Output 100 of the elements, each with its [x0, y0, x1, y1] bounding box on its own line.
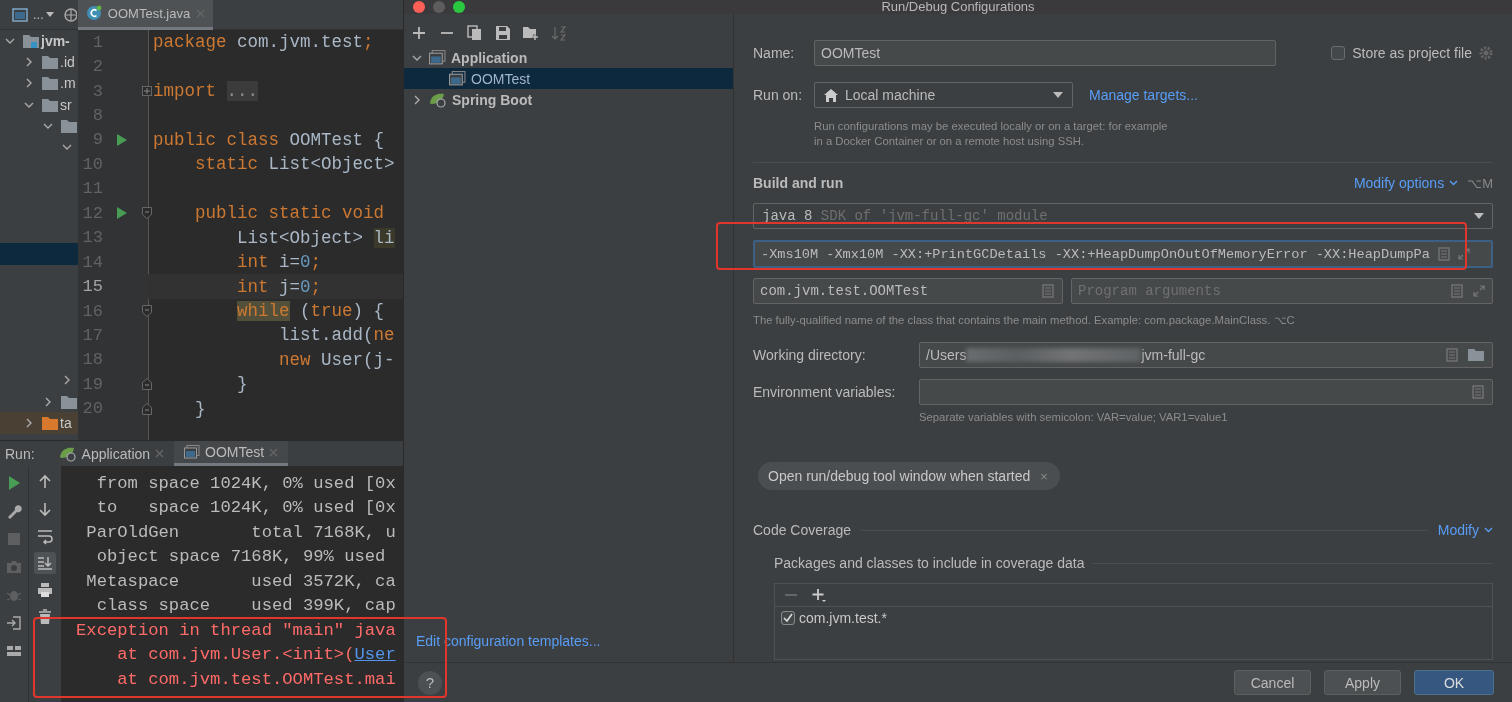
run-icon[interactable]: [117, 207, 127, 220]
section-heading: Code Coverage: [753, 522, 852, 538]
home-icon: [824, 88, 838, 102]
folder-icon: [42, 97, 58, 112]
code-line: }: [236, 374, 248, 395]
hint-text: Separate variables with semicolon: VAR=value; VAR1=value1: [919, 410, 1229, 425]
tree-item[interactable]: .id: [0, 51, 78, 73]
run-icon[interactable]: [117, 133, 127, 146]
spring-icon: [58, 445, 77, 462]
document-icon[interactable]: [1472, 385, 1484, 399]
tree-item[interactable]: OOMTest: [404, 68, 733, 89]
document-icon[interactable]: [1042, 284, 1054, 298]
fold-icon[interactable]: [142, 305, 152, 318]
checkbox[interactable]: [1331, 46, 1346, 60]
dialog-button[interactable]: Apply: [1324, 670, 1401, 695]
path-start-text: /Users: [926, 347, 967, 363]
vm-options-field[interactable]: -Xms10M -Xmx10M -XX:+PrintGCDetails -XX:+HeapDumpOnOutOfMemoryError -XX:HeapDumpPa: [753, 240, 1493, 268]
globe-icon[interactable]: [62, 6, 77, 23]
window-icon: [429, 50, 446, 65]
wrench-icon[interactable]: [6, 503, 22, 519]
subsection-heading: Packages and classes to include in coverage data: [774, 555, 1085, 571]
copy-icon[interactable]: [467, 25, 483, 41]
editor-tab[interactable]: OOMTest.java: [77, 0, 214, 30]
console-line: class space used 399K, cap: [95, 595, 397, 618]
run-panel-title: Run:: [5, 445, 35, 462]
expand-icon[interactable]: [1457, 248, 1470, 260]
code-line: import ...: [153, 81, 259, 102]
scroll-end-icon[interactable]: [34, 552, 56, 574]
code-line: list.add(ne: [278, 325, 395, 346]
folder-icon: [42, 76, 58, 91]
class-icon: [85, 5, 102, 21]
code-line: public class OOMTest {: [153, 129, 385, 150]
console-line: from space 1024K, 0% used [0x: [95, 473, 397, 495]
expand-fold-icon[interactable]: [142, 86, 152, 97]
run-tab[interactable]: OOMTest: [174, 441, 289, 466]
zoom-window-button[interactable]: [453, 1, 465, 13]
modify-link[interactable]: Modify: [1437, 522, 1493, 538]
checkbox[interactable]: [781, 611, 795, 625]
close-window-button[interactable]: [413, 1, 425, 13]
working-directory-label: Working directory:: [753, 347, 867, 363]
run-on-dropdown[interactable]: Local machine: [814, 82, 1073, 108]
fold-end-icon[interactable]: [142, 402, 152, 415]
document-icon[interactable]: [1451, 284, 1463, 298]
hint-text: Run configurations may be executed locally or on a target: for example in a Docker Container or on a remote host using SSH.: [814, 119, 1169, 149]
option-chip[interactable]: Open run/debug tool window when started ×: [758, 462, 1060, 490]
exit-icon[interactable]: [6, 615, 22, 631]
tree-item[interactable]: Spring Boot: [404, 89, 733, 110]
help-button[interactable]: ?: [418, 670, 442, 695]
manage-targets-link[interactable]: Manage targets...: [1089, 87, 1198, 103]
new-folder-icon[interactable]: [523, 25, 539, 41]
window-icon: [184, 445, 201, 459]
caret-icon: [1474, 213, 1484, 219]
view-menu[interactable]: ...: [33, 7, 54, 22]
code-line: while (true) {: [236, 301, 385, 322]
folder-icon[interactable]: [1468, 348, 1486, 362]
run-tab[interactable]: Application: [48, 441, 175, 466]
console-line: at com.jvm.User.<init>(User: [116, 644, 397, 667]
run-icon[interactable]: [6, 475, 22, 491]
code-line: List<Object> li: [236, 227, 395, 248]
window-icon: [449, 71, 466, 86]
run-on-label: Run on:: [753, 87, 804, 103]
tree-item[interactable]: sr: [0, 93, 78, 116]
console-line: to space 1024K, 0% used [0x: [95, 497, 397, 520]
path-end-text: jvm-full-gc: [1141, 347, 1207, 363]
tree-item[interactable]: jvm-: [0, 30, 78, 52]
name-field[interactable]: OOMTest: [814, 40, 1276, 66]
tree-item[interactable]: ta: [0, 412, 78, 434]
code-line: }: [194, 398, 206, 419]
section-heading: Build and run: [753, 175, 844, 191]
ok-button[interactable]: OK: [1414, 670, 1494, 695]
modify-options-link[interactable]: Modify options: [1353, 175, 1459, 191]
tree-item[interactable]: Application: [404, 47, 733, 68]
document-icon[interactable]: [1446, 348, 1458, 362]
close-icon[interactable]: [155, 449, 165, 458]
save-icon[interactable]: [495, 25, 511, 41]
fold-end-icon[interactable]: [142, 378, 152, 391]
tree-item[interactable]: .m: [0, 72, 78, 94]
code-line: int i=0;: [236, 252, 322, 273]
folder-icon: [61, 394, 77, 409]
caret-icon: [1053, 92, 1063, 98]
environment-variables-field[interactable]: [919, 379, 1493, 405]
expand-icon[interactable]: [1473, 285, 1485, 297]
code-line: new User(j-: [278, 349, 395, 370]
main-class-field[interactable]: com.jvm.test.OOMTest: [753, 278, 1063, 304]
hint-text: The fully-qualified name of the class that contains the main method. Example: com.package.MainClass. ⌥C: [753, 313, 1296, 328]
caret-icon: [45, 11, 54, 18]
folder-icon: [42, 416, 58, 430]
add-icon[interactable]: [411, 25, 427, 41]
fold-icon[interactable]: [142, 207, 152, 220]
layout-icon[interactable]: [6, 643, 22, 659]
window-title: Run/Debug Configurations: [881, 0, 1035, 14]
settings-icon[interactable]: [1479, 46, 1493, 60]
console-line: at com.jvm.test.OOMTest.mai: [116, 668, 397, 691]
dialog-button[interactable]: Cancel: [1234, 670, 1311, 695]
console-line: Metaspace used 3572K, ca: [85, 570, 397, 593]
minimize-window-button[interactable]: [433, 1, 445, 13]
chevron-icon: [1449, 180, 1459, 186]
add-icon[interactable]: [811, 587, 827, 603]
project-view-icon[interactable]: [12, 7, 28, 22]
line-number: 15: [81, 277, 103, 297]
